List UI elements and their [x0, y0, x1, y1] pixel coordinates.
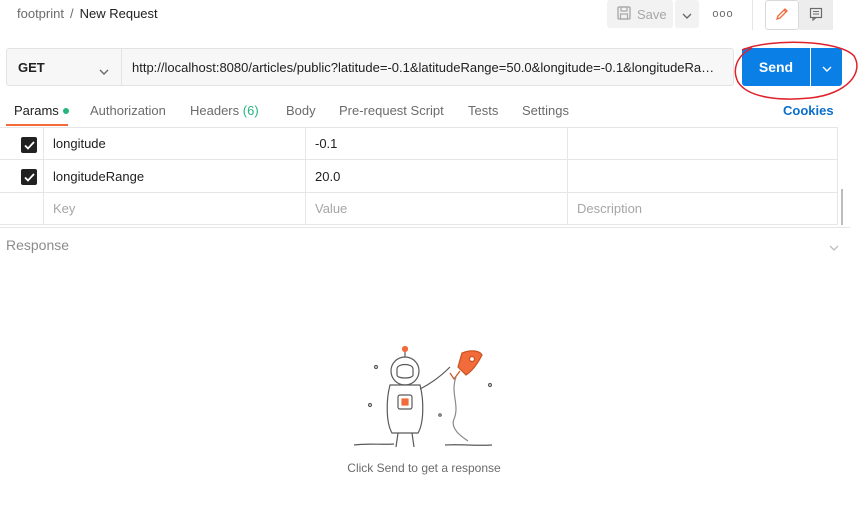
tab-pre-request-script[interactable]: Pre-request Script: [339, 103, 444, 118]
http-method-value: GET: [18, 59, 45, 75]
chevron-down-icon: [99, 63, 109, 78]
chevron-down-icon: [822, 60, 832, 75]
astronaut-illustration: [353, 345, 493, 448]
breadcrumb-separator: /: [69, 6, 74, 21]
param-key-cell[interactable]: longitudeRange: [43, 160, 305, 192]
new-param-description-input[interactable]: Description: [567, 193, 838, 224]
empty-response-message: Click Send to get a response: [347, 461, 501, 475]
breadcrumb: footprint / New Request: [17, 6, 158, 21]
url-value: http://localhost:8080/articles/public?la…: [132, 59, 720, 75]
edit-documentation-button[interactable]: [765, 0, 799, 30]
param-description-cell[interactable]: [567, 160, 838, 192]
pencil-icon: [775, 7, 789, 24]
new-param-key-input[interactable]: Key: [43, 193, 305, 224]
response-header[interactable]: Response: [0, 227, 850, 259]
save-icon: [617, 5, 631, 23]
active-tab-underline: [6, 124, 68, 126]
active-params-dot: [62, 107, 69, 114]
new-param-value-input[interactable]: Value: [305, 193, 567, 224]
send-button[interactable]: Send: [742, 48, 810, 86]
tab-body[interactable]: Body: [286, 103, 316, 118]
tab-authorization[interactable]: Authorization: [90, 103, 166, 118]
breadcrumb-request-name[interactable]: New Request: [80, 6, 158, 21]
tab-tests[interactable]: Tests: [468, 103, 498, 118]
table-row: longitudeRange 20.0: [0, 160, 838, 193]
more-actions-button[interactable]: ooo: [709, 2, 737, 26]
tab-settings[interactable]: Settings: [522, 103, 569, 118]
comment-icon: [809, 7, 823, 24]
save-options-button[interactable]: [675, 0, 699, 28]
more-icon: ooo: [712, 8, 734, 20]
param-enabled-checkbox[interactable]: [21, 169, 37, 185]
params-table: longitude -0.1 longitudeRange 20.0 Key V…: [0, 127, 838, 225]
send-options-button[interactable]: [811, 48, 842, 86]
table-row-new: Key Value Description: [0, 193, 838, 225]
chevron-down-icon: [682, 7, 692, 22]
param-enabled-checkbox[interactable]: [21, 137, 37, 153]
cookies-link[interactable]: Cookies: [783, 103, 834, 118]
http-method-select[interactable]: GET: [6, 48, 122, 86]
param-key-cell[interactable]: longitude: [43, 128, 305, 159]
save-button[interactable]: Save: [607, 0, 673, 28]
breadcrumb-collection[interactable]: footprint: [17, 6, 64, 21]
request-tabs: Params Authorization Headers (6) Body Pr…: [0, 100, 861, 126]
save-label: Save: [637, 6, 667, 22]
header-divider: [752, 0, 753, 30]
request-header: footprint / New Request Save ooo: [0, 0, 861, 34]
param-value-cell[interactable]: 20.0: [305, 160, 567, 192]
response-title: Response: [6, 237, 70, 253]
param-value-cell[interactable]: -0.1: [305, 128, 567, 159]
comments-button[interactable]: [799, 0, 833, 30]
send-label: Send: [758, 59, 794, 75]
headers-count: (6): [242, 103, 259, 118]
tab-headers[interactable]: Headers (6): [190, 103, 259, 118]
chevron-down-icon[interactable]: [829, 239, 839, 254]
param-description-cell[interactable]: [567, 128, 838, 159]
params-scrollbar[interactable]: [841, 189, 843, 225]
table-row: longitude -0.1: [0, 127, 838, 160]
url-input[interactable]: http://localhost:8080/articles/public?la…: [122, 48, 734, 86]
tab-params[interactable]: Params: [14, 103, 69, 118]
